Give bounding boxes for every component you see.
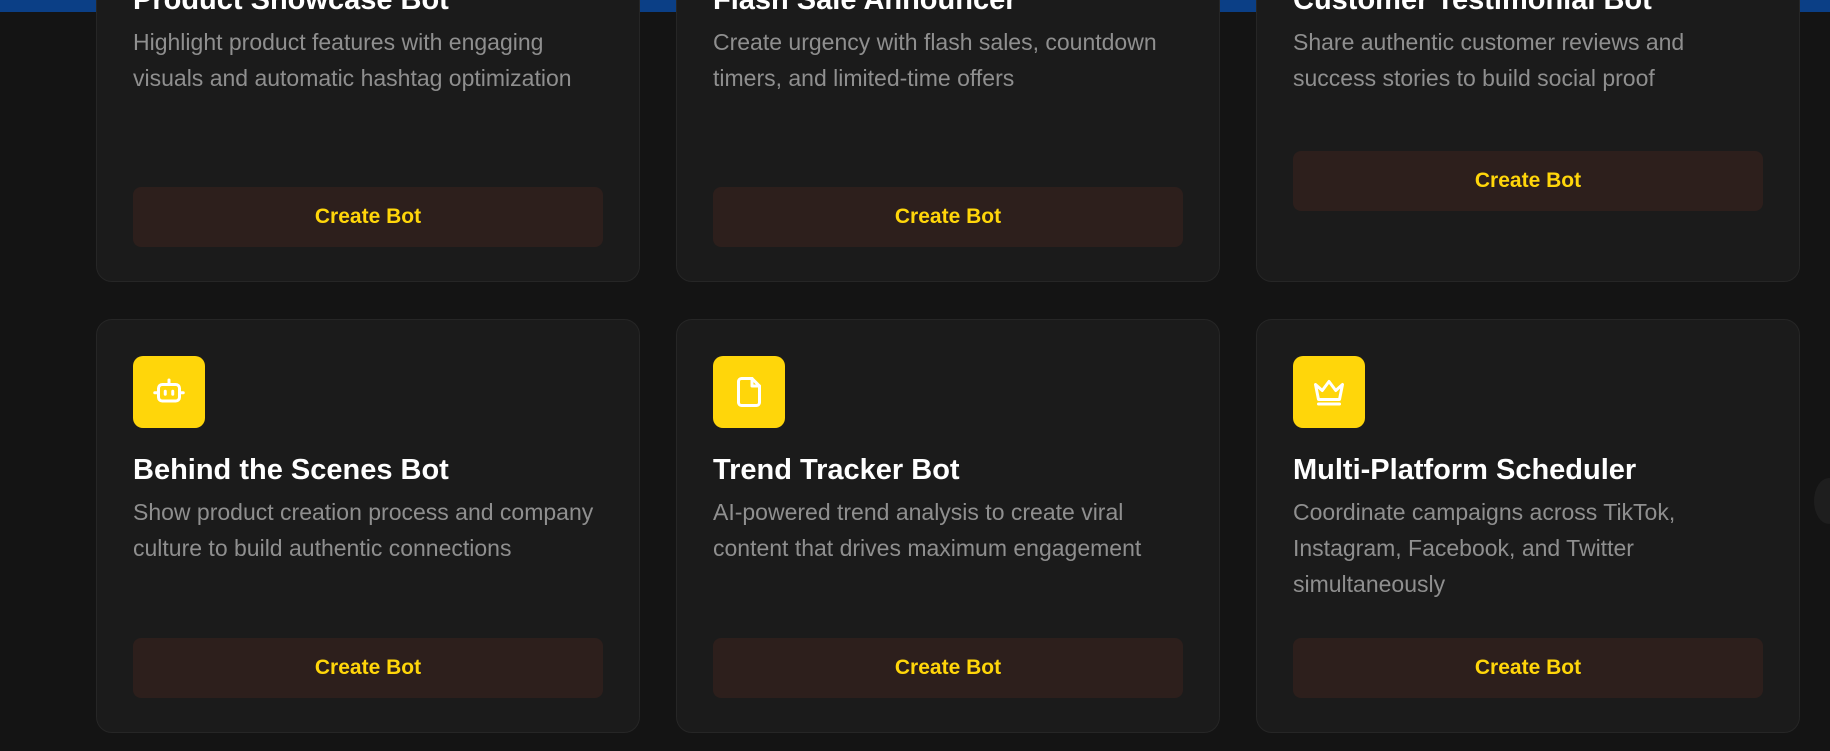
card-title: Trend Tracker Bot xyxy=(713,454,960,486)
bot-card-multi-platform-scheduler: Multi-Platform Scheduler Coordinate camp… xyxy=(1256,319,1800,733)
card-description: AI-powered trend analysis to create vira… xyxy=(713,499,1142,561)
card-title: Customer Testimonial Bot xyxy=(1293,0,1652,16)
file-icon xyxy=(713,356,785,428)
card-description: Share authentic customer reviews and suc… xyxy=(1293,29,1685,91)
create-bot-button[interactable]: Create Bot xyxy=(1293,151,1763,211)
card-description: Show product creation process and compan… xyxy=(133,499,594,561)
robot-icon xyxy=(133,356,205,428)
create-bot-button[interactable]: Create Bot xyxy=(1293,638,1763,698)
card-description: Create urgency with flash sales, countdo… xyxy=(713,29,1157,91)
bot-card-trend-tracker: Trend Tracker Bot AI-powered trend analy… xyxy=(676,319,1220,733)
create-bot-button[interactable]: Create Bot xyxy=(713,638,1183,698)
bot-card-behind-the-scenes: Behind the Scenes Bot Show product creat… xyxy=(96,319,640,733)
scroll-edge-handle xyxy=(1814,478,1830,524)
card-description: Highlight product features with engaging… xyxy=(133,29,572,91)
card-title: Product Showcase Bot xyxy=(133,0,449,16)
card-title: Flash Sale Announcer xyxy=(713,0,1017,16)
crown-icon xyxy=(1293,356,1365,428)
card-description: Coordinate campaigns across TikTok, Inst… xyxy=(1293,499,1676,597)
bot-card-flash-sale: Flash Sale Announcer Create urgency with… xyxy=(676,0,1220,282)
create-bot-button[interactable]: Create Bot xyxy=(133,187,603,247)
bot-card-customer-testimonial: Customer Testimonial Bot Share authentic… xyxy=(1256,0,1800,282)
card-title: Multi-Platform Scheduler xyxy=(1293,454,1637,486)
bot-card-product-showcase: Product Showcase Bot Highlight product f… xyxy=(96,0,640,282)
card-title: Behind the Scenes Bot xyxy=(133,454,449,486)
create-bot-button[interactable]: Create Bot xyxy=(133,638,603,698)
create-bot-button[interactable]: Create Bot xyxy=(713,187,1183,247)
